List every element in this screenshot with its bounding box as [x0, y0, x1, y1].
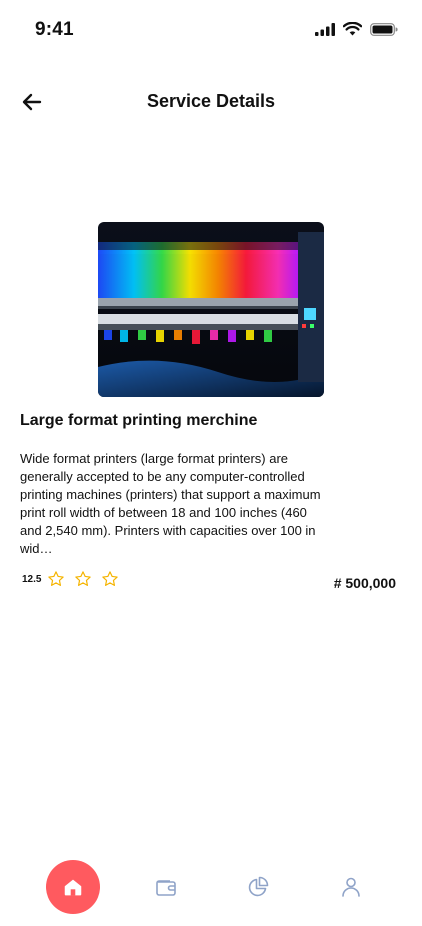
status-bar: 9:41 [0, 0, 422, 60]
status-time: 9:41 [35, 19, 74, 40]
star-icon[interactable] [101, 570, 119, 588]
wallet-icon [156, 880, 176, 896]
signal-icon [315, 22, 335, 36]
star-icon[interactable] [74, 570, 92, 588]
service-price: # 500,000 [333, 575, 396, 591]
service-name: Large format printing merchine [20, 412, 258, 429]
nav-home-button[interactable] [46, 860, 100, 914]
page-title: Service Details [146, 91, 276, 111]
nav-profile-button[interactable] [338, 874, 364, 900]
home-icon [64, 879, 82, 896]
pie-chart-icon [248, 876, 269, 897]
nav-chart-button[interactable] [245, 874, 271, 900]
status-icons [315, 22, 398, 36]
battery-icon [370, 22, 398, 36]
bottom-nav [0, 856, 422, 918]
service-image [98, 222, 324, 397]
rating-value: 12.5 [22, 573, 42, 585]
star-icon[interactable] [47, 570, 65, 588]
nav-wallet-button[interactable] [153, 874, 179, 900]
rating: 12.5 [22, 570, 128, 588]
service-description: Wide format printers (large format print… [20, 451, 321, 556]
wifi-icon [343, 22, 362, 36]
profile-icon [342, 877, 360, 897]
header: Service Details [0, 82, 422, 122]
